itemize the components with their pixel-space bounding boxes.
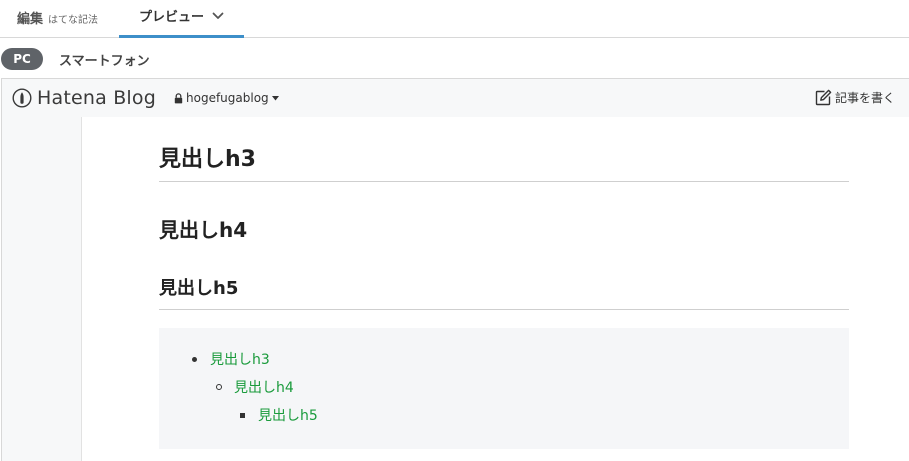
logo-text: Hatena Blog (37, 87, 156, 109)
tab-preview[interactable]: プレビュー (119, 0, 244, 38)
device-smartphone-button[interactable]: スマートフォン (59, 50, 150, 69)
edit-pen-icon (815, 89, 832, 106)
tab-edit-syntax: はてな記法 (48, 15, 99, 26)
write-article-label: 記事を書く (834, 91, 895, 105)
toc-link-h4[interactable]: 見出しh4 (234, 377, 294, 397)
hatena-blog-logo[interactable]: Hatena Blog (12, 87, 156, 109)
tab-preview-label: プレビュー (138, 10, 204, 25)
toc-item-h5: 見出しh5 (240, 405, 318, 425)
toc-link-h5[interactable]: 見出しh5 (258, 405, 318, 425)
circle-bullet-icon (216, 384, 222, 390)
caret-down-icon (271, 95, 279, 100)
heading-h5: 見出しh5 (159, 274, 849, 310)
toc-link-h3[interactable]: 見出しh3 (210, 349, 270, 369)
device-pc-button[interactable]: PC (1, 48, 43, 70)
editor-tabs: 編集 はてな記法 プレビュー (0, 0, 909, 38)
lock-icon (174, 92, 183, 103)
square-bullet-icon (240, 412, 245, 418)
device-switch: PC スマートフォン (0, 47, 150, 71)
disc-bullet-icon (192, 356, 197, 362)
blog-header-bar: Hatena Blog hogefugablog 記事を書く (2, 79, 909, 117)
blog-name: hogefugablog (186, 91, 269, 105)
heading-h4: 見出しh4 (159, 218, 248, 242)
blog-selector[interactable]: hogefugablog (174, 91, 279, 105)
tab-edit[interactable]: 編集 はてな記法 (17, 8, 98, 27)
chevron-down-icon[interactable] (212, 12, 224, 20)
table-of-contents: 見出しh3 見出しh4 見出しh5 (159, 328, 849, 449)
toc-item-h3: 見出しh3 (192, 349, 270, 369)
write-article-button[interactable]: 記事を書く (815, 89, 895, 106)
preview-frame: Hatena Blog hogefugablog 記事を書く 見出しh3 見出し… (1, 78, 909, 461)
hatena-logo-icon (12, 88, 32, 108)
tab-edit-label: 編集 (17, 12, 44, 27)
article-area: 見出しh3 見出しh4 見出しh5 見出しh3 見出しh4 見出しh5 (81, 117, 909, 461)
heading-h3: 見出しh3 (159, 141, 849, 182)
toc-item-h4: 見出しh4 (216, 377, 294, 397)
